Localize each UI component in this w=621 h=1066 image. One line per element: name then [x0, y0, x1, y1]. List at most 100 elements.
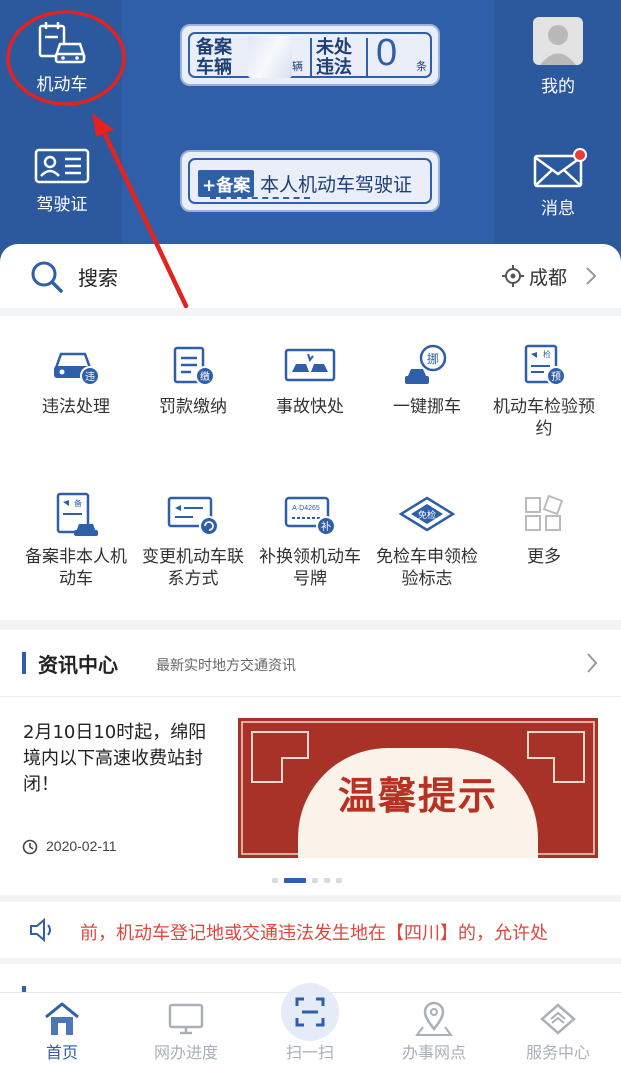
- svg-text:补: 补: [321, 520, 331, 533]
- announcement-bar[interactable]: 前，机动车登记地或交通违法发生地在【四川】的，允许处: [0, 902, 621, 958]
- search-label: 搜索: [78, 266, 118, 290]
- location-icon: [502, 265, 524, 287]
- license-button[interactable]: 驾驶证: [22, 148, 102, 215]
- service-label: 免检车申领检验标志: [376, 547, 478, 589]
- nav-label: 办事网点: [401, 1043, 466, 1062]
- car-violation-icon: 违: [54, 352, 100, 386]
- fine-payment-icon: 缴: [173, 346, 215, 386]
- accident-icon: [284, 348, 336, 382]
- carousel-dot-active: [284, 878, 306, 883]
- news-title: 资讯中心: [38, 653, 118, 677]
- news-headline[interactable]: 2月10日10时起，绵阳境内以下高速收费站封闭！: [23, 720, 223, 798]
- inspection-booking-icon: 检 预: [524, 344, 566, 386]
- service-change-contact[interactable]: 变更机动车联系方式: [133, 492, 253, 590]
- section-accent: [22, 652, 26, 674]
- chevron-right-icon[interactable]: [586, 652, 598, 674]
- services-grid: 违 违法处理 缴 罚款缴纳 事故快处 挪 一键挪车 检 预 机动车检验预约 备 …: [0, 316, 621, 620]
- service-label: 事故快处: [276, 397, 344, 417]
- messages-label: 消息: [541, 199, 575, 219]
- profile-label: 我的: [541, 77, 575, 97]
- exempt-inspection-icon: 免检: [399, 496, 455, 532]
- nav-label: 首页: [45, 1043, 78, 1062]
- profile-button[interactable]: 我的: [518, 16, 598, 97]
- violations-unit: 条: [416, 60, 427, 73]
- nav-label: 网办进度: [153, 1043, 218, 1062]
- service-more[interactable]: 更多: [484, 492, 604, 568]
- banner-text: 温馨提示: [337, 773, 498, 818]
- news-subtitle: 最新实时地方交通资讯: [156, 658, 296, 674]
- register-license-card[interactable]: +备案 本人机动车驾驶证: [180, 150, 440, 212]
- svg-text:缴: 缴: [200, 370, 210, 383]
- svg-text:免检: 免检: [418, 509, 436, 521]
- announcement-text: 前，机动车登记地或交通违法发生地在【四川】的，允许处: [80, 923, 548, 944]
- register-vehicle-icon: 备: [56, 492, 98, 536]
- vehicle-icon: [38, 22, 86, 64]
- service-label: 一键挪车: [393, 397, 461, 417]
- nav-scan[interactable]: 扫一扫: [248, 983, 372, 1066]
- speaker-icon: [30, 918, 51, 942]
- more-icon: [525, 494, 564, 531]
- header: 机动车 驾驶证 备案车辆 辆 未处违法 0 条 +备案 本人机动车驾驶证 我的 …: [0, 0, 621, 262]
- service-label: 罚款缴纳: [159, 397, 227, 417]
- nav-progress[interactable]: 网办进度: [124, 993, 248, 1066]
- nav-service-center[interactable]: 服务中心: [496, 993, 620, 1066]
- nav-home[interactable]: 首页: [0, 993, 124, 1066]
- avatar: [533, 17, 583, 65]
- city-label[interactable]: 成都: [529, 263, 567, 290]
- change-contact-icon: [167, 496, 219, 536]
- news-section: 资讯中心 最新实时地方交通资讯 2月10日10时起，绵阳境内以下高速收费站封闭！…: [0, 630, 621, 895]
- service-label: 更多: [527, 547, 561, 567]
- carousel-indicator: [272, 878, 342, 883]
- clock-icon: [22, 839, 38, 855]
- service-inspection-booking[interactable]: 检 预 机动车检验预约: [484, 344, 604, 440]
- service-violation[interactable]: 违 违法处理: [16, 344, 136, 418]
- registered-vehicles-label: 备案车辆: [196, 37, 232, 78]
- home-icon: [45, 1002, 79, 1035]
- vehicle-unit: 辆: [292, 60, 303, 73]
- svg-text:备: 备: [74, 498, 82, 508]
- carousel-dot: [336, 878, 342, 883]
- nav-label: 扫一扫: [285, 1043, 334, 1062]
- news-banner[interactable]: 温馨提示: [238, 718, 598, 858]
- plate-divider: [310, 38, 312, 76]
- scan-icon: [295, 997, 325, 1027]
- service-label: 变更机动车联系方式: [142, 547, 244, 589]
- service-move-car[interactable]: 挪 一键挪车: [367, 344, 487, 418]
- blurred-count: [248, 36, 292, 78]
- location-pin-icon: [415, 1001, 453, 1036]
- svg-text:违: 违: [85, 371, 95, 383]
- nav-outlets[interactable]: 办事网点: [372, 993, 496, 1066]
- news-date: 2020-02-11: [46, 838, 117, 854]
- svg-text:挪: 挪: [427, 352, 439, 366]
- move-car-icon: 挪: [405, 344, 447, 384]
- vehicle-button[interactable]: 机动车: [22, 20, 102, 95]
- carousel-dot: [272, 878, 278, 883]
- register-license-text: 本人机动车驾驶证: [260, 174, 413, 196]
- plate-dash: [210, 197, 310, 201]
- chevron-right-icon: [586, 267, 597, 285]
- service-exempt-inspection[interactable]: 免检 免检车申领检验标志: [367, 492, 487, 590]
- search-bar[interactable]: 搜索 成都: [0, 244, 621, 308]
- service-label: 备案非本人机动车: [25, 547, 127, 589]
- scan-button[interactable]: [281, 983, 339, 1041]
- handshake-icon: [540, 1003, 576, 1035]
- service-register-vehicle[interactable]: 备 备案非本人机动车: [16, 492, 136, 590]
- search-icon: [31, 261, 63, 293]
- service-fine[interactable]: 缴 罚款缴纳: [133, 344, 253, 418]
- plate-divider: [366, 38, 368, 76]
- registered-vehicles-card[interactable]: 备案车辆 辆 未处违法 0 条: [180, 24, 440, 86]
- messages-button[interactable]: 消息: [518, 148, 598, 219]
- register-badge: +备案: [198, 170, 255, 197]
- svg-text:检: 检: [543, 349, 551, 359]
- service-label: 违法处理: [42, 397, 110, 417]
- plate-replace-icon: A·D4265 补: [284, 496, 336, 536]
- svg-text:预: 预: [551, 371, 561, 383]
- violations-count: 0: [376, 32, 398, 74]
- service-accident[interactable]: 事故快处: [250, 344, 370, 418]
- license-label: 驾驶证: [36, 195, 88, 215]
- divider: [0, 696, 621, 697]
- bottom-nav: 首页 网办进度 扫一扫 办事网点 服务中心: [0, 983, 621, 1066]
- service-label: 补换领机动车号牌: [259, 547, 361, 589]
- service-plate-replace[interactable]: A·D4265 补 补换领机动车号牌: [250, 492, 370, 590]
- license-icon: [34, 148, 90, 184]
